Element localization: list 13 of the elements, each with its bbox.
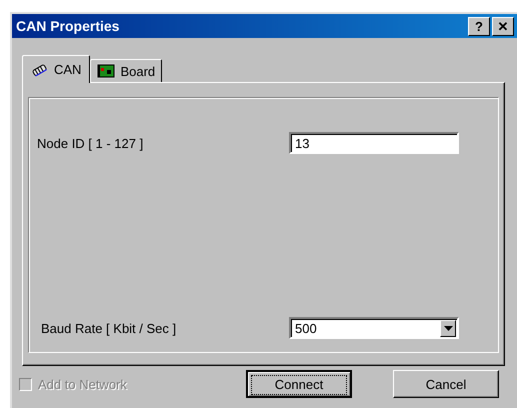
window-title: CAN Properties — [16, 18, 120, 34]
dialog-button[interactable]: Connect — [246, 370, 352, 398]
help-button[interactable]: ? — [468, 16, 490, 36]
dropdown-field[interactable]: 500 — [289, 317, 459, 339]
tab[interactable]: CAN — [22, 55, 90, 83]
field-label: Node ID [ 1 - 127 ] — [37, 136, 144, 150]
tab[interactable]: Board — [90, 59, 162, 82]
close-button[interactable]: ✕ — [492, 16, 514, 36]
field-label: Baud Rate [ Kbit / Sec ] — [40, 320, 178, 336]
dialog-button[interactable]: Cancel — [393, 370, 499, 398]
input-field[interactable]: 13 — [289, 132, 459, 154]
checkbox-label: Add to Network — [38, 376, 127, 392]
circuit-board-icon — [97, 64, 116, 78]
